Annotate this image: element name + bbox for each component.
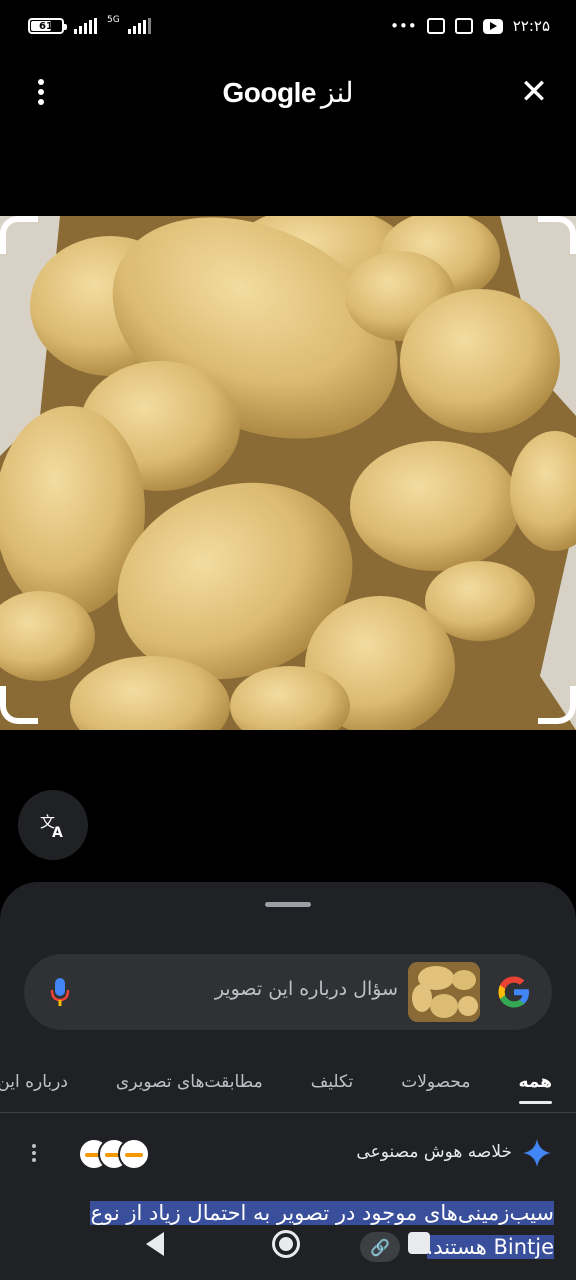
tab-homework[interactable]: تکلیف (287, 1060, 377, 1104)
more-vert-icon[interactable] (32, 1144, 36, 1162)
status-bar: 61 5G ••• ۲۲:۲۵ (0, 0, 576, 52)
captured-image[interactable] (0, 216, 576, 730)
youtube-icon (482, 18, 503, 34)
clock: ۲۲:۲۵ (512, 17, 550, 35)
battery-percent: 61 (39, 20, 53, 32)
mic-icon[interactable] (46, 974, 74, 1010)
home-icon[interactable] (272, 1230, 300, 1258)
signal-icon-2 (127, 18, 151, 34)
tab-visual-matches[interactable]: مطابقت‌های تصویری (92, 1060, 287, 1104)
image-thumbnail[interactable] (408, 962, 480, 1022)
ai-overview-title: خلاصه هوش مصنوعی (356, 1142, 512, 1162)
system-nav-bar: 🔗 (0, 1216, 576, 1280)
more-vert-icon[interactable] (28, 72, 54, 112)
google-g-icon (498, 976, 529, 1008)
sheet-drag-handle[interactable] (265, 902, 311, 907)
crop-handle-top-right[interactable] (538, 216, 576, 254)
lens-toolbar: Google لنز ✕ (0, 62, 576, 122)
ai-overview-header: خلاصه هوش مصنوعی (0, 1132, 576, 1176)
back-icon[interactable] (146, 1232, 164, 1256)
source-avatar[interactable] (118, 1138, 150, 1170)
crop-handle-top-left[interactable] (0, 216, 38, 254)
svg-text:A: A (52, 825, 63, 840)
crop-handle-bottom-right[interactable] (538, 686, 576, 724)
thumbnail-image (408, 962, 480, 1022)
status-right: ••• ۲۲:۲۵ (390, 17, 550, 35)
tab-about-image[interactable]: درباره این تصویر (0, 1060, 92, 1104)
page-title: Google لنز (0, 76, 576, 109)
recents-icon[interactable] (408, 1232, 430, 1254)
potatoes-photo (0, 216, 576, 730)
notification-app-icon (426, 18, 445, 34)
signal-icon (74, 18, 97, 34)
search-input[interactable]: سؤال درباره این تصویر (215, 978, 398, 1000)
network-type: 5G (107, 15, 120, 25)
source-avatars[interactable] (78, 1138, 152, 1170)
close-icon[interactable]: ✕ (514, 72, 554, 112)
result-tabs: همه محصولات تکلیف مطابقت‌های تصویری دربا… (0, 1060, 576, 1112)
search-bar[interactable]: سؤال درباره این تصویر (24, 954, 552, 1030)
notification-app-icon (454, 18, 473, 34)
translate-icon: 文 A (40, 813, 63, 840)
status-left: 61 5G (28, 15, 151, 34)
more-notifications: ••• (390, 17, 417, 35)
crop-handle-bottom-left[interactable] (0, 686, 38, 724)
tabs-divider (0, 1112, 576, 1113)
google-wordmark: Google (222, 77, 317, 108)
tab-all[interactable]: همه (495, 1060, 576, 1104)
link-icon[interactable]: 🔗 (360, 1232, 400, 1262)
battery-icon: 61 (28, 18, 67, 34)
lens-label: لنز (321, 77, 354, 108)
translate-button[interactable]: 文 A (18, 790, 88, 860)
sparkle-icon (523, 1139, 551, 1167)
tab-products[interactable]: محصولات (377, 1060, 494, 1104)
